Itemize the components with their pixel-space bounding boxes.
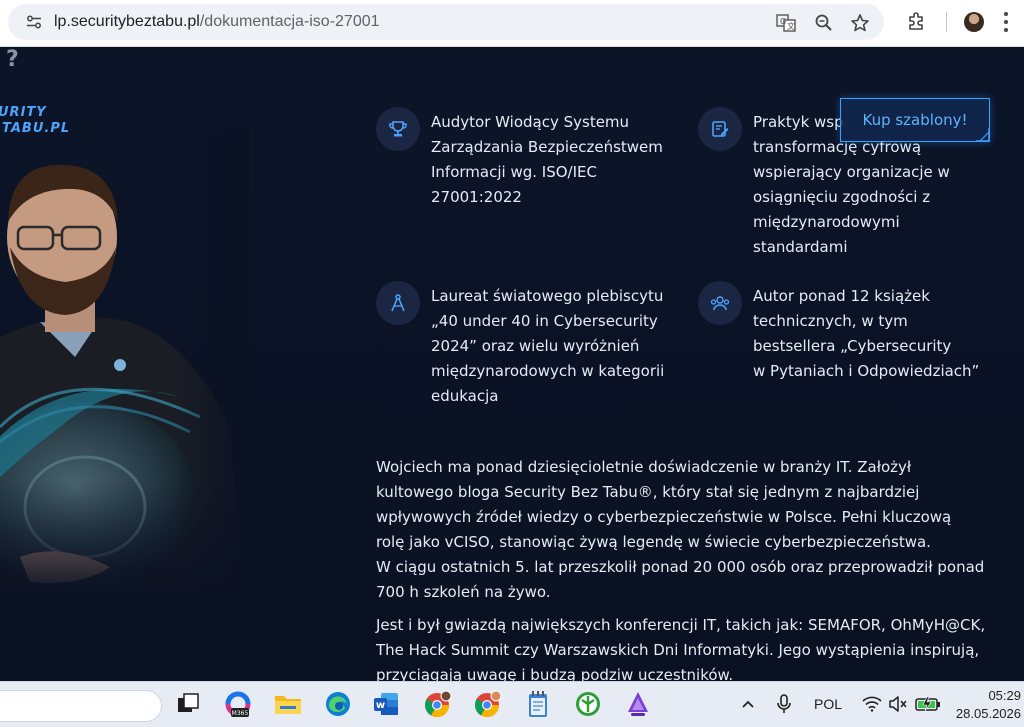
toolbar-separator (946, 12, 947, 32)
svg-text:文: 文 (787, 21, 795, 31)
language-indicator[interactable]: POL (814, 696, 842, 712)
url-host: lp.securitybeztabu.pl (54, 13, 200, 30)
brand-line-1: URITY (0, 105, 47, 120)
feature-laureate-text: Laureat światowego plebiscytu „40 under … (431, 287, 665, 405)
purple-app-icon[interactable] (624, 690, 652, 718)
question-icon: ? (6, 47, 19, 72)
trophy-icon (376, 107, 420, 151)
file-explorer-icon[interactable] (274, 690, 302, 718)
feature-auditor-text: Audytor Wiodący Systemu Zarządzania Bezp… (431, 113, 663, 206)
edge-icon[interactable] (324, 690, 352, 718)
taskbar: M365 w POL 05:29 28.05.2026 (0, 681, 1024, 727)
bio-paragraph-2: Jest i był gwiazdą największych konferen… (376, 616, 986, 681)
bookmark-star-icon[interactable] (850, 13, 870, 33)
microphone-icon[interactable] (770, 690, 798, 718)
svg-text:w: w (376, 700, 385, 711)
chrome-icon[interactable] (474, 690, 502, 718)
profile-avatar[interactable] (964, 12, 984, 32)
volume-muted-icon[interactable] (884, 690, 912, 718)
buy-templates-button[interactable]: Kup szablony! (840, 98, 990, 142)
notepad-icon[interactable] (524, 690, 552, 718)
site-info-icon[interactable] (26, 15, 42, 29)
clock-date[interactable]: 28.05.2026 (952, 706, 1021, 721)
buy-templates-label: Kup szablony! (862, 111, 968, 129)
microsoft-365-icon[interactable]: M365 (224, 690, 252, 718)
zoom-icon[interactable] (814, 13, 834, 33)
m365-label: M365 (232, 710, 249, 717)
svg-text:G: G (780, 17, 786, 26)
browser-toolbar: lp.securitybeztabu.pl/dokumentacja-iso-2… (0, 0, 1024, 47)
menu-kebab-icon[interactable] (1004, 12, 1008, 32)
url-path: /dokumentacja-iso-27001 (199, 13, 380, 30)
task-view-icon[interactable] (174, 690, 202, 718)
translate-icon[interactable]: G文 (776, 13, 796, 33)
url-text[interactable]: lp.securitybeztabu.pl/dokumentacja-iso-2… (54, 13, 380, 31)
battery-charging-icon[interactable] (914, 690, 942, 718)
compass-icon (376, 281, 420, 325)
address-bar[interactable]: lp.securitybeztabu.pl/dokumentacja-iso-2… (8, 4, 884, 40)
feature-author-text: Autor ponad 12 książek technicznych, w t… (753, 287, 980, 380)
bio-paragraph-1: Wojciech ma ponad dziesięcioletnie doświ… (376, 458, 985, 601)
chrome-profile-icon[interactable] (424, 690, 452, 718)
users-icon (698, 281, 742, 325)
tray-chevron-up-icon[interactable] (734, 690, 762, 718)
word-icon[interactable]: w (372, 690, 400, 718)
author-portrait (0, 127, 250, 597)
extensions-icon[interactable] (906, 11, 926, 31)
clock-time[interactable]: 05:29 (985, 688, 1021, 703)
wifi-icon[interactable] (858, 690, 886, 718)
taskbar-search[interactable] (0, 690, 162, 722)
web-page: ? URITY TABU.PL (0, 47, 1024, 681)
document-edit-icon (698, 107, 742, 151)
green-app-icon[interactable] (574, 690, 602, 718)
corner-accent-icon (976, 128, 990, 142)
